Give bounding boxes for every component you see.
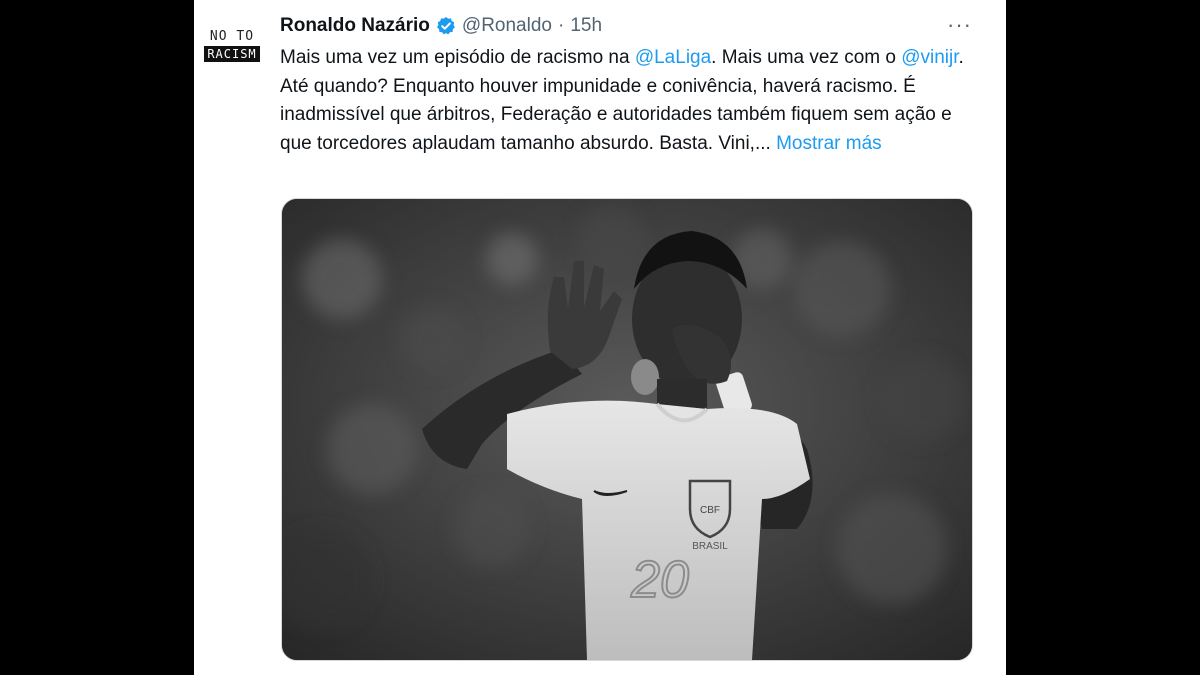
author-name[interactable]: Ronaldo Nazário: [280, 15, 430, 37]
mention-laliga[interactable]: @LaLiga: [635, 47, 711, 68]
photo-of-player: CBF BRASIL 20: [282, 199, 972, 660]
tweet-photo[interactable]: CBF BRASIL 20: [281, 198, 973, 661]
avatar[interactable]: NO TO RACISM: [202, 30, 262, 66]
timestamp[interactable]: 15h: [570, 15, 602, 37]
verified-badge-icon[interactable]: [436, 16, 456, 36]
mention-vinijr[interactable]: @vinijr: [901, 47, 958, 68]
tweet-card[interactable]: NO TO RACISM Ronaldo Nazário @Ronaldo · …: [194, 0, 1006, 675]
author-handle[interactable]: @Ronaldo: [462, 15, 552, 37]
tweet-text-part2: . Mais uma vez com o: [711, 47, 902, 68]
tweet-text-part1: Mais uma vez um episódio de racismo na: [280, 47, 635, 68]
more-options-icon[interactable]: ···: [947, 14, 972, 36]
avatar-text-bottom: RACISM: [204, 46, 260, 62]
avatar-text-top: NO TO: [209, 29, 255, 44]
jersey-number: 20: [630, 551, 689, 609]
separator-dot: ·: [557, 15, 565, 36]
show-more-link[interactable]: Mostrar más: [776, 133, 882, 154]
crest-text: CBF: [700, 505, 720, 516]
tweet-header: Ronaldo Nazário @Ronaldo · 15h: [280, 13, 602, 39]
jersey-country-text: BRASIL: [692, 541, 728, 552]
tweet-text: Mais uma vez um episódio de racismo na @…: [280, 44, 970, 158]
